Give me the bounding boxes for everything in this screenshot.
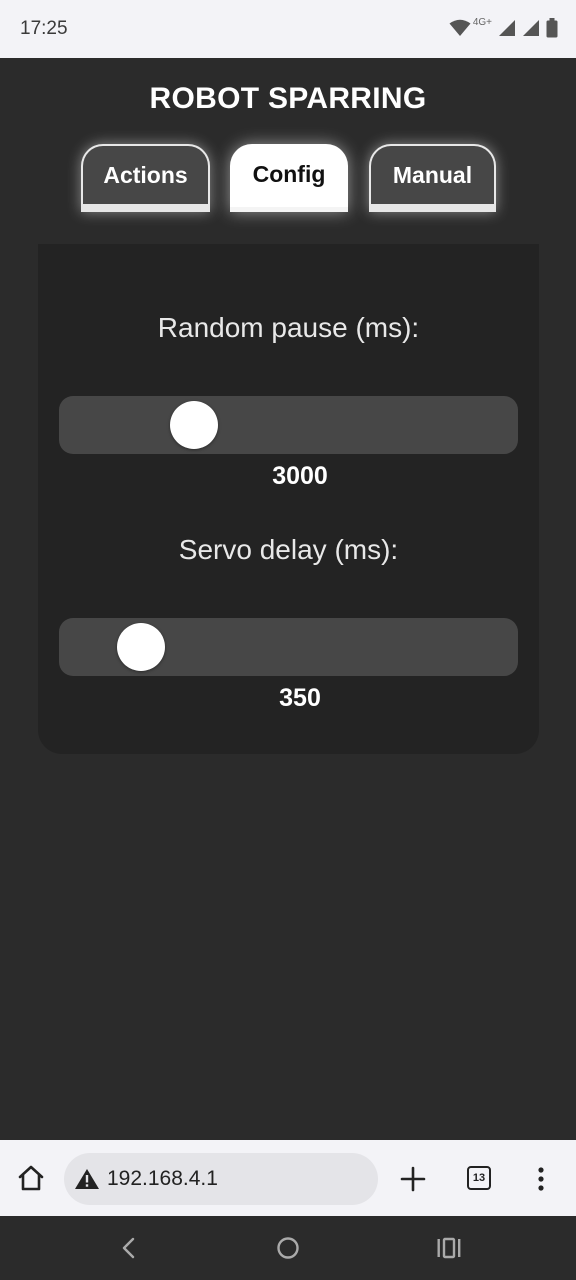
back-icon[interactable] — [118, 1236, 138, 1260]
servo-delay-value: 350 — [279, 684, 321, 712]
url-text: 192.168.4.1 — [107, 1167, 218, 1190]
servo-delay-slider[interactable] — [59, 618, 518, 676]
home-circle-icon[interactable] — [276, 1236, 300, 1260]
tab-count: 13 — [472, 1172, 486, 1184]
plus-icon[interactable] — [400, 1166, 426, 1192]
tab-config[interactable]: Config — [230, 144, 348, 212]
tab-actions[interactable]: Actions — [81, 144, 210, 212]
browser-toolbar: 192.168.4.1 13 — [0, 1140, 576, 1216]
signal-icon — [523, 20, 539, 36]
recents-icon[interactable] — [436, 1236, 462, 1260]
signal-icon — [499, 20, 515, 36]
servo-delay-label: Servo delay (ms): — [178, 534, 399, 565]
servo-delay-slider-thumb[interactable] — [117, 623, 165, 671]
home-icon[interactable] — [16, 1164, 46, 1192]
random-pause-slider-thumb[interactable] — [170, 401, 218, 449]
url-field[interactable]: 192.168.4.1 — [64, 1153, 378, 1205]
system-nav-bar — [0, 1216, 576, 1280]
tab-config-label: Config — [252, 160, 326, 187]
status-time: 17:25 — [20, 18, 68, 39]
config-panel: Random pause (ms): 3000 Servo delay (ms)… — [38, 244, 539, 754]
random-pause-label: Random pause (ms): — [157, 312, 420, 343]
menu-icon[interactable] — [536, 1166, 546, 1192]
tabs-icon[interactable]: 13 — [467, 1166, 491, 1190]
battery-icon — [546, 18, 558, 38]
status-bar: 17:25 4G+ — [0, 0, 576, 58]
random-pause-value: 3000 — [272, 462, 328, 490]
warning-icon[interactable] — [74, 1168, 100, 1190]
network-type-label: 4G+ — [472, 16, 492, 28]
page-title: ROBOT SPARRING — [149, 82, 427, 115]
random-pause-slider[interactable] — [59, 396, 518, 454]
wifi-icon — [449, 19, 471, 36]
status-icons: 4G+ — [449, 16, 558, 40]
tab-manual-label: Manual — [392, 161, 473, 188]
page-content: ROBOT SPARRING Actions Config Manual Ran… — [0, 58, 576, 1140]
tab-actions-label: Actions — [103, 161, 188, 188]
tab-manual[interactable]: Manual — [369, 144, 496, 212]
